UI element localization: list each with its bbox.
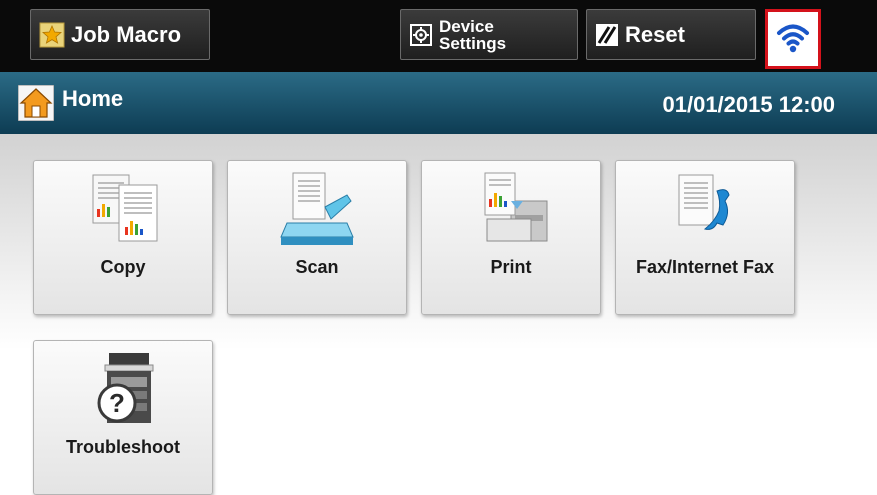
print-icon bbox=[422, 171, 600, 249]
scan-label: Scan bbox=[295, 257, 339, 277]
troubleshoot-tile[interactable]: ? Troubleshoot bbox=[33, 340, 213, 495]
job-macro-label: Job Macro bbox=[71, 21, 182, 47]
job-macro-button[interactable]: Job Macro bbox=[30, 9, 210, 60]
page-title: Home bbox=[62, 86, 124, 111]
home-icon bbox=[17, 84, 55, 126]
troubleshoot-label: Troubleshoot bbox=[66, 437, 180, 457]
device-settings-label: Device Settings bbox=[439, 16, 507, 53]
datetime-display: 01/01/2015 12:00 bbox=[662, 92, 836, 117]
fax-tile[interactable]: Fax/Internet Fax bbox=[615, 160, 795, 315]
device-settings-icon bbox=[409, 23, 433, 47]
fax-label: Fax/Internet Fax bbox=[635, 257, 775, 277]
title-bar: Home 01/01/2015 12:00 bbox=[0, 72, 877, 134]
reset-icon bbox=[595, 23, 619, 47]
copy-tile[interactable]: Copy bbox=[33, 160, 213, 315]
svg-text:?: ? bbox=[109, 388, 125, 418]
top-toolbar: Job Macro Device Settings Reset bbox=[0, 0, 877, 72]
scan-icon bbox=[228, 171, 406, 249]
copy-icon bbox=[34, 171, 212, 249]
reset-label: Reset bbox=[625, 21, 685, 47]
wifi-status-button[interactable] bbox=[765, 9, 821, 69]
wifi-icon bbox=[776, 20, 810, 59]
print-label: Print bbox=[490, 257, 532, 277]
home-menu: Copy Scan Print Fax/Internet Fax ? Troub… bbox=[0, 134, 877, 495]
scan-tile[interactable]: Scan bbox=[227, 160, 407, 315]
reset-button[interactable]: Reset bbox=[586, 9, 756, 60]
star-icon bbox=[39, 22, 65, 48]
device-settings-button[interactable]: Device Settings bbox=[400, 9, 578, 60]
troubleshoot-icon: ? bbox=[34, 351, 212, 429]
copy-label: Copy bbox=[100, 257, 146, 277]
print-tile[interactable]: Print bbox=[421, 160, 601, 315]
fax-icon bbox=[616, 171, 794, 249]
